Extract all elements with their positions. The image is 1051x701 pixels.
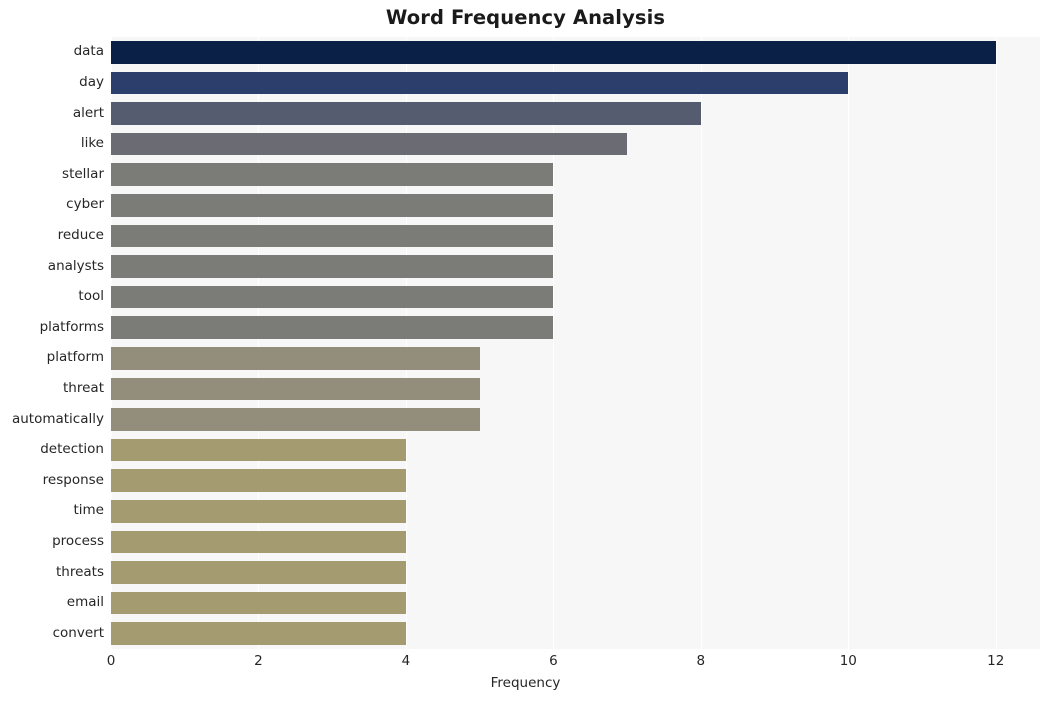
y-tick-label-threat: threat: [63, 379, 104, 396]
y-tick-label-like: like: [80, 135, 104, 152]
y-tick-label-time: time: [73, 502, 104, 519]
bar-row: [111, 499, 1040, 523]
x-tick-label-4: 4: [401, 653, 411, 669]
bar-tool[interactable]: [111, 285, 554, 309]
x-tick-label-6: 6: [549, 653, 558, 669]
bar-row: [111, 40, 1040, 64]
y-tick-label-automatically: automatically: [11, 410, 104, 427]
bar-alert[interactable]: [111, 102, 701, 125]
bar-automatically[interactable]: [111, 408, 480, 431]
bar-row: [111, 622, 1040, 646]
x-tick-label-0: 0: [106, 653, 116, 669]
bar-convert[interactable]: [111, 622, 406, 646]
bar-row: [111, 163, 1040, 187]
bar-time[interactable]: [111, 499, 406, 523]
bar-threats[interactable]: [111, 561, 406, 584]
bar-row: [111, 438, 1040, 462]
bar-process[interactable]: [111, 530, 406, 554]
y-tick-label-stellar: stellar: [62, 165, 104, 182]
chart-title: Word Frequency Analysis: [385, 6, 666, 29]
bar-cyber[interactable]: [111, 193, 554, 217]
bar-row: [111, 346, 1040, 370]
bar-threat[interactable]: [111, 377, 480, 401]
y-tick-label-tool: tool: [78, 288, 104, 305]
bar-like[interactable]: [111, 132, 628, 156]
bar-detection[interactable]: [111, 438, 406, 462]
bar-data[interactable]: [111, 40, 996, 64]
bar-row: [111, 71, 1040, 95]
x-tick-label-10: 10: [839, 653, 857, 669]
bar-row: [111, 255, 1040, 278]
bars-group: [111, 37, 1040, 649]
y-tick-label-day: day: [79, 73, 104, 90]
y-axis-tick-labels: data day alert like stellar cyber reduce analys…: [0, 37, 104, 649]
y-tick-label-platforms: platforms: [39, 318, 104, 335]
bar-row: [111, 561, 1040, 584]
y-tick-label-platform: platform: [46, 349, 104, 366]
bar-row: [111, 224, 1040, 248]
x-tick-label-2: 2: [254, 653, 263, 669]
bar-row: [111, 377, 1040, 401]
bar-platforms[interactable]: [111, 316, 554, 340]
y-tick-label-threats: threats: [55, 563, 104, 580]
y-tick-label-response: response: [42, 471, 104, 488]
y-tick-label-alert: alert: [72, 104, 104, 121]
bar-row: [111, 591, 1040, 615]
bar-response[interactable]: [111, 469, 406, 493]
y-tick-label-analysts: analysts: [47, 257, 104, 274]
x-axis-title: Frequency: [490, 675, 561, 691]
x-tick-label-8: 8: [696, 653, 706, 669]
bar-reduce[interactable]: [111, 224, 554, 248]
y-tick-label-process: process: [52, 532, 104, 549]
bar-row: [111, 132, 1040, 156]
bar-analysts[interactable]: [111, 255, 554, 278]
bar-row: [111, 102, 1040, 125]
bar-email[interactable]: [111, 591, 406, 615]
chart-figure: Word Frequency Analysis data day alert like…: [0, 0, 1051, 701]
y-tick-label-email: email: [66, 594, 104, 611]
bar-row: [111, 316, 1040, 340]
x-tick-label-12: 12: [987, 653, 1005, 669]
y-tick-label-detection: detection: [40, 441, 104, 458]
bar-day[interactable]: [111, 71, 849, 95]
y-tick-label-reduce: reduce: [57, 226, 104, 243]
bar-row: [111, 285, 1040, 309]
bar-row: [111, 530, 1040, 554]
y-tick-label-convert: convert: [52, 624, 104, 641]
bar-row: [111, 469, 1040, 493]
bar-platform[interactable]: [111, 346, 480, 370]
bar-row: [111, 193, 1040, 217]
bar-row: [111, 408, 1040, 431]
y-tick-label-data: data: [73, 43, 104, 60]
y-tick-label-cyber: cyber: [66, 196, 104, 213]
plot-area: [111, 37, 1040, 649]
bar-stellar[interactable]: [111, 163, 554, 187]
